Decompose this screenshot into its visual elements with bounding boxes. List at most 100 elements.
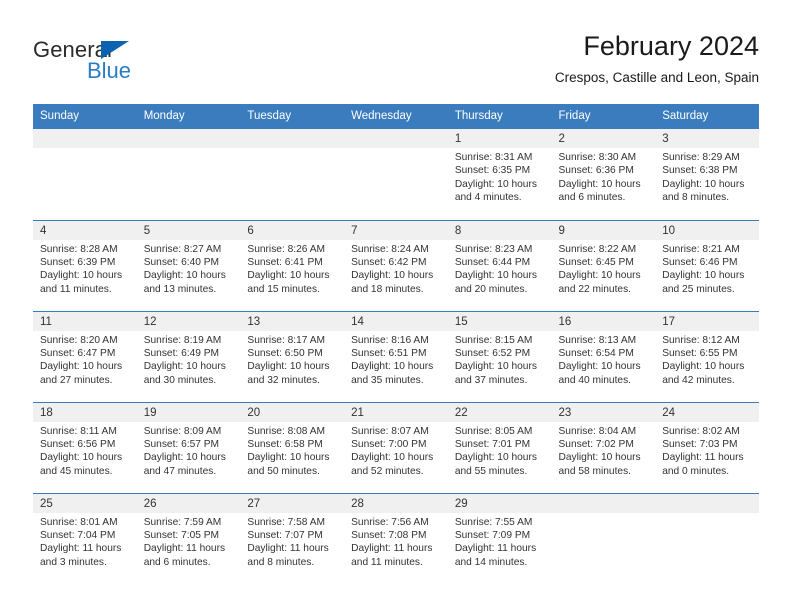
calendar-day-cell[interactable]: 16 Sunrise: 8:13 AM Sunset: 6:54 PM Dayligh… [551,310,656,402]
day-daylight-text: and 32 minutes. [247,374,320,386]
calendar-day-cell[interactable]: 1 Sunrise: 8:31 AM Sunset: 6:35 PM Daylight… [447,129,552,220]
day-number: 25 [33,493,137,513]
calendar-day-cell[interactable]: 8 Sunrise: 8:23 AM Sunset: 6:44 PM Daylight… [447,219,552,311]
calendar-day-cell[interactable]: 9 Sunrise: 8:22 AM Sunset: 6:45 PM Daylight… [551,219,656,311]
day-number: 5 [136,220,241,240]
calendar-day-cell[interactable]: 24 Sunrise: 8:02 AM Sunset: 7:03 PM Dayligh… [655,401,759,493]
day-number: 12 [136,311,241,331]
calendar-day-cell[interactable]: 13 Sunrise: 8:17 AM Sunset: 6:50 PM Dayligh… [240,310,345,402]
calendar-day-cell-empty [136,129,241,220]
day-daylight-text: Daylight: 11 hours [143,543,226,555]
calendar-day-cell[interactable]: 3 Sunrise: 8:29 AM Sunset: 6:38 PM Daylight… [655,129,759,220]
day-sunset-text: Sunset: 7:01 PM [454,438,531,450]
day-daylight-text: Daylight: 10 hours [351,361,434,373]
day-daylight-text: Daylight: 10 hours [558,178,641,190]
day-sunrise-text: Sunrise: 8:07 AM [351,425,429,437]
day-number: 28 [344,493,448,513]
calendar-day-cell[interactable]: 5 Sunrise: 8:27 AM Sunset: 6:40 PM Daylight… [136,219,241,311]
calendar-day-cell[interactable]: 20 Sunrise: 8:08 AM Sunset: 6:58 PM Dayligh… [240,401,345,493]
day-daylight-text: and 14 minutes. [454,556,528,568]
day-daylight-text: Daylight: 11 hours [662,452,744,464]
page-title: February 2024 [583,31,759,61]
calendar-day-cell[interactable]: 29 Sunrise: 7:55 AM Sunset: 7:09 PM Dayligh… [447,492,552,584]
day-sunrise-text: Sunrise: 8:02 AM [662,425,740,437]
day-cell-inner [240,129,345,220]
calendar-day-cell[interactable]: 23 Sunrise: 8:04 AM Sunset: 7:02 PM Dayligh… [551,401,656,493]
day-cell-inner [136,129,241,220]
calendar-day-cell[interactable]: 14 Sunrise: 8:16 AM Sunset: 6:51 PM Dayligh… [344,310,448,402]
calendar-day-cell[interactable]: 17 Sunrise: 8:12 AM Sunset: 6:55 PM Dayligh… [655,310,759,402]
calendar-day-cell[interactable]: 25 Sunrise: 8:01 AM Sunset: 7:04 PM Dayligh… [33,492,137,584]
calendar-day-cell[interactable]: 7 Sunrise: 8:24 AM Sunset: 6:42 PM Daylight… [344,219,448,311]
day-sun-info: Sunrise: 8:02 AM Sunset: 7:03 PM Daylight:… [655,422,759,479]
weekday-header-saturday: Saturday [655,104,759,129]
day-cell-inner: 24 Sunrise: 8:02 AM Sunset: 7:03 PM Dayligh… [655,402,759,493]
calendar-day-cell[interactable]: 27 Sunrise: 7:58 AM Sunset: 7:07 PM Dayligh… [240,492,345,585]
day-number: 6 [240,220,345,240]
day-daylight-text: and 55 minutes. [454,465,528,477]
day-sun-info: Sunrise: 8:27 AM Sunset: 6:40 PM Daylight:… [137,240,241,297]
day-daylight-text: and 42 minutes. [662,374,735,386]
calendar-day-cell[interactable]: 15 Sunrise: 8:15 AM Sunset: 6:52 PM Dayligh… [447,310,552,402]
day-sunset-text: Sunset: 6:58 PM [247,438,323,450]
day-daylight-text: and 8 minutes. [662,192,730,204]
day-daylight-text: and 58 minutes. [558,465,632,477]
day-number: 1 [447,129,552,148]
day-daylight-text: Daylight: 10 hours [558,270,641,282]
day-sunrise-text: Sunrise: 8:04 AM [558,425,637,437]
day-cell-inner: 1 Sunrise: 8:31 AM Sunset: 6:35 PM Daylight… [447,129,552,220]
calendar-day-cell[interactable]: 18 Sunrise: 8:11 AM Sunset: 6:56 PM Dayligh… [33,401,137,493]
day-daylight-text: Daylight: 10 hours [662,178,745,190]
day-daylight-text: and 27 minutes. [40,374,113,386]
calendar-day-cell[interactable]: 22 Sunrise: 8:05 AM Sunset: 7:01 PM Dayligh… [447,401,552,493]
day-cell-inner: 13 Sunrise: 8:17 AM Sunset: 6:50 PM Dayligh… [240,311,345,402]
day-sunrise-text: Sunrise: 7:59 AM [143,516,222,528]
calendar-day-cell[interactable]: 28 Sunrise: 7:56 AM Sunset: 7:08 PM Dayligh… [344,492,448,584]
day-cell-inner: 5 Sunrise: 8:27 AM Sunset: 6:40 PM Daylight… [136,220,241,311]
day-cell-inner [655,493,759,585]
calendar-day-cell[interactable]: 10 Sunrise: 8:21 AM Sunset: 6:46 PM Dayligh… [655,219,759,311]
day-sunrise-text: Sunrise: 8:20 AM [40,334,118,346]
day-cell-inner: 12 Sunrise: 8:19 AM Sunset: 6:49 PM Dayligh… [136,311,241,402]
day-daylight-text: and 52 minutes. [351,465,424,477]
day-daylight-text: Daylight: 10 hours [351,452,434,464]
day-sun-info: Sunrise: 8:20 AM Sunset: 6:47 PM Daylight:… [33,331,137,388]
day-sunset-text: Sunset: 6:51 PM [351,347,427,359]
day-cell-inner: 14 Sunrise: 8:16 AM Sunset: 6:51 PM Dayligh… [344,311,448,402]
calendar-week-row: 1 Sunrise: 8:31 AM Sunset: 6:35 PM Daylight… [33,129,759,220]
calendar-day-cell-empty [655,492,759,585]
logo-text-blue: Blue [87,58,132,83]
day-daylight-text: and 6 minutes. [143,556,211,568]
day-daylight-text: Daylight: 10 hours [40,270,123,282]
day-cell-inner: 3 Sunrise: 8:29 AM Sunset: 6:38 PM Daylight… [655,129,759,220]
calendar-day-cell[interactable]: 11 Sunrise: 8:20 AM Sunset: 6:47 PM Dayligh… [33,310,137,402]
calendar-day-cell[interactable]: 12 Sunrise: 8:19 AM Sunset: 6:49 PM Dayligh… [136,310,241,402]
day-sunset-text: Sunset: 6:46 PM [662,256,738,268]
day-daylight-text: Daylight: 10 hours [143,270,226,282]
day-daylight-text: Daylight: 10 hours [143,452,226,464]
day-daylight-text: Daylight: 10 hours [247,361,330,373]
day-daylight-text: Daylight: 10 hours [247,270,330,282]
calendar-day-cell[interactable]: 6 Sunrise: 8:26 AM Sunset: 6:41 PM Daylight… [240,219,345,311]
calendar-day-cell[interactable]: 19 Sunrise: 8:09 AM Sunset: 6:57 PM Dayligh… [136,401,241,493]
day-sunrise-text: Sunrise: 8:12 AM [662,334,740,346]
day-sunrise-text: Sunrise: 8:28 AM [40,243,118,255]
day-daylight-text: Daylight: 10 hours [558,361,641,373]
day-daylight-text: and 50 minutes. [247,465,320,477]
calendar-day-cell[interactable]: 21 Sunrise: 8:07 AM Sunset: 7:00 PM Dayligh… [344,401,448,493]
page-header: General Blue February 2024 Crespos, Cast… [33,30,759,98]
day-sunset-text: Sunset: 7:04 PM [40,529,116,541]
calendar-day-cell[interactable]: 4 Sunrise: 8:28 AM Sunset: 6:39 PM Daylight… [33,219,137,311]
calendar-day-cell[interactable]: 26 Sunrise: 7:59 AM Sunset: 7:05 PM Dayligh… [136,492,241,584]
day-cell-inner: 27 Sunrise: 7:58 AM Sunset: 7:07 PM Dayligh… [240,493,345,585]
day-sun-info: Sunrise: 8:16 AM Sunset: 6:51 PM Daylight:… [344,331,448,388]
day-sunset-text: Sunset: 7:08 PM [351,529,427,541]
day-sun-info: Sunrise: 8:07 AM Sunset: 7:00 PM Daylight:… [344,422,448,479]
calendar-week-row: 4 Sunrise: 8:28 AM Sunset: 6:39 PM Daylight… [33,219,759,311]
day-daylight-text: Daylight: 10 hours [662,270,745,282]
day-number [655,493,759,513]
day-sunset-text: Sunset: 7:09 PM [454,529,531,541]
day-number: 15 [447,311,552,331]
calendar-day-cell[interactable]: 2 Sunrise: 8:30 AM Sunset: 6:36 PM Daylight… [551,129,656,220]
day-sunset-text: Sunset: 6:44 PM [454,256,531,268]
